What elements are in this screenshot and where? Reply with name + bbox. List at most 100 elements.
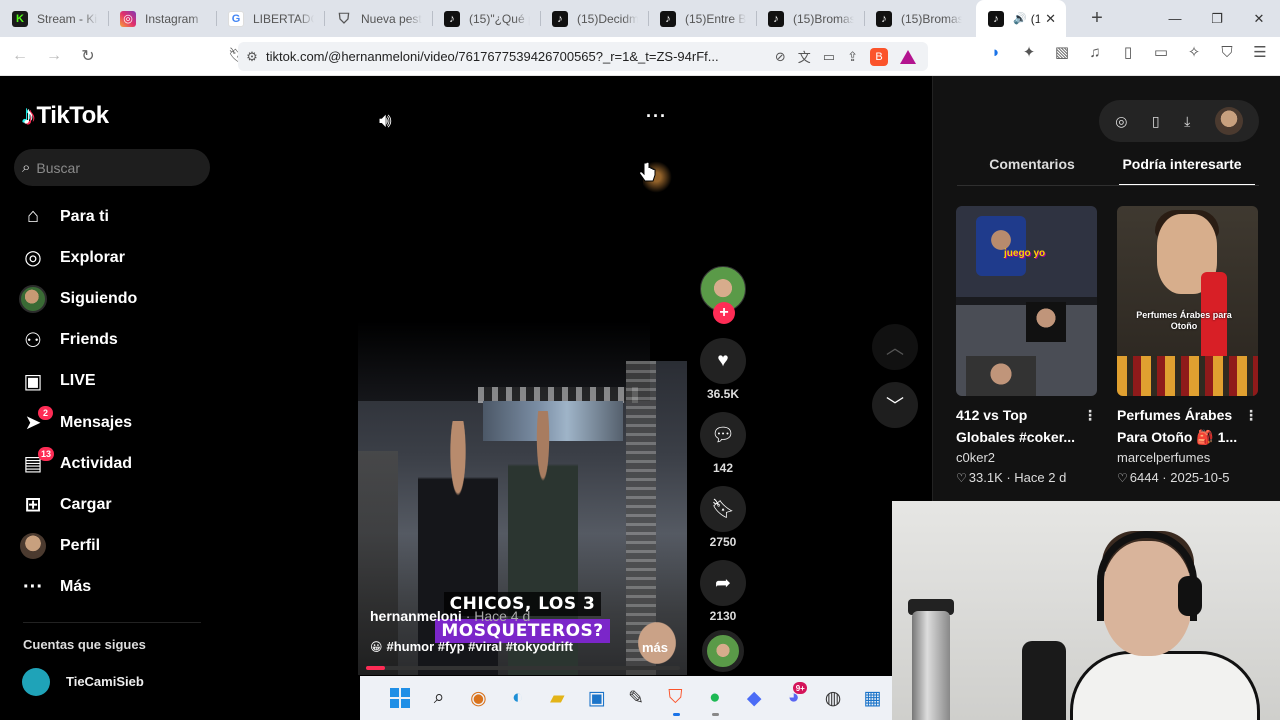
audio-playing-icon[interactable]: 🔊: [1013, 12, 1027, 25]
translate-icon[interactable]: 文: [798, 47, 811, 66]
browser-tab[interactable]: ♪ (15)Entre Ba: [648, 0, 756, 37]
recommended-card[interactable]: juego yo 412 vs Top Globales #coker... ⋮ …: [956, 206, 1097, 488]
video-author[interactable]: hernanmeloni · Hace 4 d: [370, 608, 530, 624]
follow-plus-icon[interactable]: +: [713, 302, 735, 324]
brave-shields-icon[interactable]: B: [870, 47, 888, 66]
browser-tab[interactable]: ◎ Instagram: [108, 0, 216, 37]
card-thumbnail[interactable]: Perfumes Árabes para Otoño: [1117, 206, 1258, 396]
close-tab-icon[interactable]: ✕: [1045, 11, 1056, 27]
vpn-icon[interactable]: ◗: [986, 44, 1006, 61]
browser-tab[interactable]: ♪ (15)"¿Qué p: [432, 0, 540, 37]
menu-icon[interactable]: ☰: [1250, 43, 1270, 61]
card-title[interactable]: 412 vs Top Globales #coker... ⋮: [956, 404, 1097, 448]
reload-button[interactable]: ↻: [74, 42, 102, 70]
sidebar-toggle-icon[interactable]: ▯: [1118, 43, 1138, 61]
sidebar-item-live[interactable]: ▣ LIVE: [18, 361, 208, 402]
app-diamond-icon[interactable]: ◆: [735, 678, 774, 718]
brave-browser-icon[interactable]: ⛉: [656, 678, 695, 718]
card-user[interactable]: c0ker2: [956, 448, 1097, 468]
video-progress-bar[interactable]: [366, 666, 680, 670]
tab-comments[interactable]: Comentarios: [957, 156, 1107, 186]
brave-rewards-icon[interactable]: [900, 49, 916, 64]
card-thumbnail[interactable]: juego yo: [956, 206, 1097, 396]
save-action[interactable]: 🔖︎ 2750: [700, 486, 746, 560]
device-icon[interactable]: ▯: [1152, 113, 1160, 130]
volume-icon[interactable]: 🔊︎: [379, 110, 392, 133]
tab-recommended[interactable]: Podría interesarte: [1107, 156, 1257, 186]
sidebar-item-actividad[interactable]: ▤ 13 Actividad: [18, 443, 208, 484]
browser-tab[interactable]: ♪ (15)Bromas: [756, 0, 864, 37]
back-button[interactable]: ←: [6, 42, 34, 70]
sidebar-item-para-ti[interactable]: ⌂ Para ti: [18, 196, 208, 237]
spotify-icon[interactable]: ●: [695, 678, 734, 718]
sidebar-item-explorar[interactable]: ◎ Explorar: [18, 237, 208, 278]
address-bar[interactable]: ⚙ tiktok.com/@hernanmeloni/video/7617677…: [238, 42, 928, 71]
creator-avatar[interactable]: +: [700, 266, 746, 324]
hashtags[interactable]: #humor #fyp #viral #tokyodrift: [387, 639, 573, 654]
active-tab[interactable]: ♪ 🔊 (15)( ✕: [976, 0, 1066, 37]
compass-icon[interactable]: ◎: [1115, 113, 1127, 130]
share-action[interactable]: ➦ 2130: [700, 560, 746, 634]
followed-account-name[interactable]: TieCamiSieb: [66, 674, 144, 689]
site-settings-icon[interactable]: ⚙: [238, 49, 266, 65]
close-window-button[interactable]: ✕: [1238, 0, 1280, 37]
leo-ai-icon[interactable]: ✧: [1184, 43, 1204, 61]
browser-tab[interactable]: G LIBERTADOR: [216, 0, 324, 37]
media-icon[interactable]: ♫: [1085, 44, 1105, 61]
search-icon[interactable]: ⌕: [419, 678, 458, 718]
vpn-shield-icon[interactable]: ⛉: [1217, 44, 1237, 61]
download-icon[interactable]: ⤓: [1184, 113, 1190, 130]
minimize-button[interactable]: —: [1154, 0, 1196, 37]
sidebar-item-mensajes[interactable]: ➤ 2 Mensajes: [18, 402, 208, 443]
app-window-icon[interactable]: ▦: [853, 678, 892, 718]
sidebar-item-perfil[interactable]: Perfil: [18, 526, 208, 567]
discord-icon[interactable]: ◕ 9+: [774, 678, 813, 718]
cast-icon[interactable]: ▭: [823, 49, 835, 65]
previous-video-button[interactable]: ︿: [872, 324, 918, 370]
music-disc-avatar[interactable]: [702, 630, 744, 672]
share-arrow-icon[interactable]: ➦: [700, 560, 746, 606]
app-icon[interactable]: ◉: [459, 678, 498, 718]
windows-start-icon[interactable]: [380, 678, 419, 718]
next-video-button[interactable]: ﹀: [872, 382, 918, 428]
share-icon[interactable]: ⇪: [847, 49, 858, 65]
screenshot-icon[interactable]: ▧: [1052, 43, 1072, 61]
user-avatar[interactable]: [1214, 107, 1243, 135]
wallet-icon[interactable]: ▭: [1151, 43, 1171, 61]
card-user[interactable]: marcelperfumes: [1117, 448, 1258, 468]
browser-tab[interactable]: ♪ (15)Bromas: [864, 0, 972, 37]
bookmark-icon[interactable]: 🔖︎: [700, 486, 746, 532]
followed-account-avatar[interactable]: [22, 668, 50, 696]
extensions-icon[interactable]: ✦: [1019, 43, 1039, 61]
obs-icon[interactable]: ◍: [813, 678, 852, 718]
kebab-menu-icon[interactable]: ⋮: [1244, 404, 1258, 426]
forward-button[interactable]: →: [40, 42, 68, 70]
comment-action[interactable]: 💬︎ 142: [700, 412, 746, 486]
author-handle[interactable]: hernanmeloni: [370, 608, 462, 624]
like-action[interactable]: ♥ 36.5K: [700, 338, 746, 412]
browser-tab[interactable]: ⛉ Nueva pestaña: [324, 0, 432, 37]
more-link[interactable]: más: [642, 640, 668, 655]
new-tab-button[interactable]: +: [1082, 7, 1112, 30]
tiktok-logo[interactable]: ♪ TikTok: [22, 100, 109, 131]
video-options-icon[interactable]: ···: [646, 106, 667, 127]
browser-tab[interactable]: ♪ (15)Decidme: [540, 0, 648, 37]
no-audio-icon[interactable]: ⊘: [775, 49, 786, 65]
browser-tab[interactable]: K Stream - Kick: [0, 0, 108, 37]
card-title[interactable]: Perfumes Árabes Para Otoño 🎒 1... ⋮: [1117, 404, 1258, 448]
video-player[interactable]: CHICOS, LOS 3 MOSQUETEROS?: [358, 161, 687, 675]
store-icon[interactable]: ▣: [577, 678, 616, 718]
search-input[interactable]: [36, 159, 187, 176]
edge-icon[interactable]: ◐: [498, 678, 537, 718]
sidebar-item-siguiendo[interactable]: Siguiendo: [18, 278, 208, 319]
maximize-button[interactable]: ❐: [1196, 0, 1238, 37]
comment-icon[interactable]: 💬︎: [700, 412, 746, 458]
sidebar-item-friends[interactable]: ⚇ Friends: [18, 320, 208, 361]
notepad-icon[interactable]: ✎: [616, 678, 655, 718]
kebab-menu-icon[interactable]: ⋮: [1083, 404, 1097, 426]
url-text[interactable]: tiktok.com/@hernanmeloni/video/761767753…: [266, 49, 775, 64]
sidebar-item-más[interactable]: ··· Más: [18, 567, 208, 608]
search-box[interactable]: ⌕: [14, 149, 210, 186]
recommended-card[interactable]: Perfumes Árabes para Otoño Perfumes Árab…: [1117, 206, 1258, 488]
heart-icon[interactable]: ♥: [700, 338, 746, 384]
